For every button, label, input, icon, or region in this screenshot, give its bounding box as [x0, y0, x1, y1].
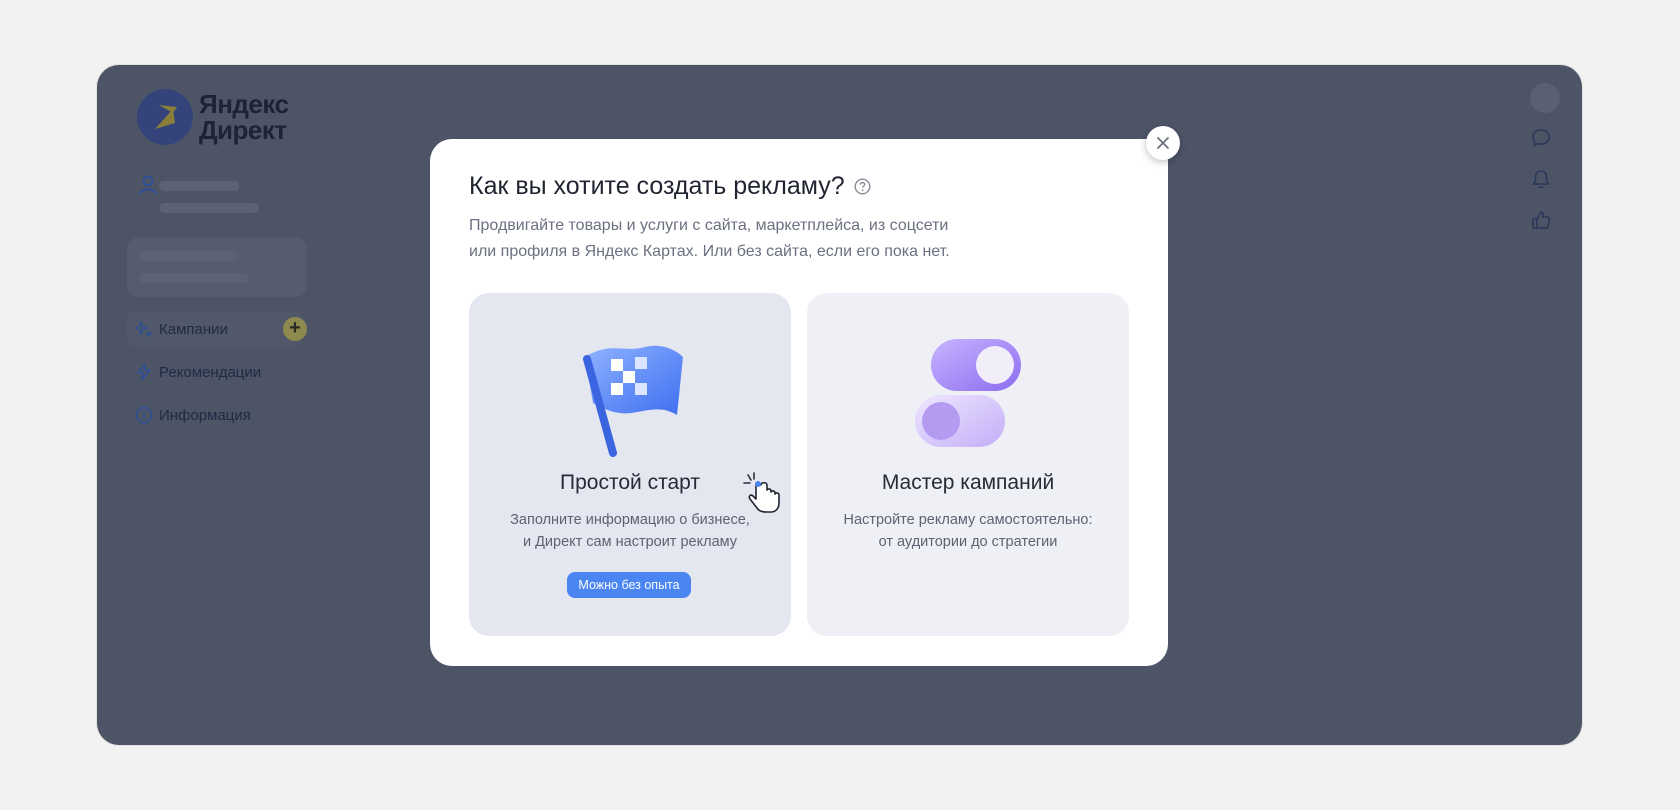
flag-icon	[583, 345, 683, 457]
sidebar-item-label: Кампании	[159, 320, 228, 338]
yandex-direct-logo[interactable]: Яндекс Директ	[137, 89, 289, 145]
campaign-master-title: Мастер кампаний	[881, 471, 1055, 494]
balance-card-placeholder	[127, 237, 307, 297]
logo-text-line1: Яндекс	[199, 89, 289, 119]
sidebar-item-label: Информация	[159, 406, 251, 424]
simple-start-description: Заполните информацию о бизнесе, и Директ…	[510, 512, 750, 550]
hand-cursor-icon	[743, 472, 780, 513]
toggle-switches-icon	[915, 339, 1021, 447]
user-icon[interactable]	[139, 175, 157, 195]
campaign-master-description: Настройте рекламу самостоятельно: от ауд…	[843, 512, 1093, 550]
close-button[interactable]	[1146, 126, 1180, 160]
help-icon[interactable]	[854, 178, 871, 195]
campaign-master-card[interactable]: Мастер кампаний Настройте рекламу самост…	[807, 293, 1129, 636]
logo-mark-icon	[137, 89, 193, 145]
avatar[interactable]	[1530, 83, 1560, 113]
chat-icon[interactable]	[1530, 127, 1552, 149]
sidebar-item-campaigns[interactable]: Кампании +	[127, 311, 307, 347]
sidebar-item-recommendations[interactable]: Рекомендации	[127, 354, 303, 390]
logo-text-line2: Директ	[199, 115, 287, 145]
close-icon	[1157, 137, 1169, 149]
simple-start-card[interactable]: Простой старт Заполните информацию о биз…	[469, 293, 791, 636]
thumbs-up-icon[interactable]	[1530, 209, 1552, 231]
sidebar-item-information[interactable]: Информация	[127, 397, 303, 433]
no-experience-badge: Можно без опыта	[567, 572, 691, 598]
sparkle-icon	[135, 320, 153, 338]
add-campaign-button[interactable]: +	[283, 317, 307, 341]
dialog-subtitle: Продвигайте товары и услуги с сайта, мар…	[469, 217, 950, 260]
create-ad-dialog: Как вы хотите создать рекламу? Продвигай…	[430, 139, 1168, 666]
info-icon	[135, 406, 153, 424]
dialog-title: Как вы хотите создать рекламу?	[469, 172, 845, 200]
bell-icon[interactable]	[1530, 168, 1552, 190]
sidebar-item-label: Рекомендации	[159, 363, 262, 381]
account-login-placeholder	[159, 203, 259, 213]
account-name-placeholder	[159, 181, 239, 191]
right-rail	[1530, 83, 1560, 236]
lightning-icon	[137, 363, 151, 381]
